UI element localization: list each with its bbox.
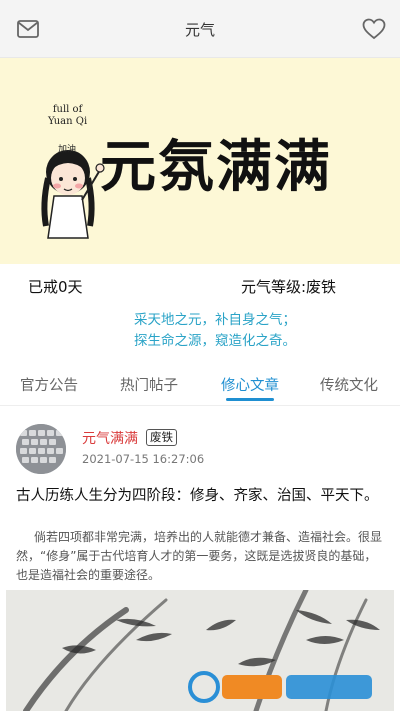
stats-row: 已戒0天 元气等级:废铁	[0, 264, 400, 308]
tab-traditional-culture[interactable]: 传统文化	[320, 374, 378, 395]
svg-text:加油: 加油	[58, 143, 76, 155]
post-title[interactable]: 古人历练人生分为四阶段：修身、齐家、治国、平天下。	[16, 486, 386, 506]
banner: full of Yuan Qi 加油 元氛满满	[0, 58, 400, 264]
post-author[interactable]: 元气满满	[82, 428, 138, 448]
tab-bar: 官方公告 热门帖子 修心文章 传统文化	[0, 362, 400, 406]
post-card[interactable]: 元气满满 废铁 2021-07-15 16:27:06 古人历练人生分为四阶段：…	[0, 410, 400, 711]
banner-title: 元氛满满	[100, 135, 332, 200]
post-image[interactable]	[6, 590, 394, 711]
post-excerpt: 倘若四项都非常完满，培养出的人就能德才兼备、造福社会。很显然，“修身”属于古代培…	[16, 530, 383, 582]
tab-hot-posts[interactable]: 热门帖子	[120, 374, 178, 395]
energy-level: 元气等级:废铁	[241, 278, 337, 296]
post-time: 2021-07-15 16:27:06	[82, 452, 205, 466]
heart-icon[interactable]	[362, 18, 386, 40]
level-badge: 废铁	[146, 429, 177, 446]
slogan: 采天地之元，补自身之气； 探生命之源，窥造化之奇。	[0, 310, 400, 352]
watermark-logo	[188, 671, 372, 703]
tab-announcements[interactable]: 官方公告	[20, 374, 78, 395]
slogan-line-1: 采天地之元，补自身之气；	[134, 312, 296, 328]
girl-illustration: 加油	[41, 143, 105, 239]
slogan-line-2: 探生命之源，窥造化之奇。	[134, 333, 296, 349]
top-bar: 元气	[0, 0, 400, 58]
avatar[interactable]	[16, 424, 66, 474]
page-title: 元气	[184, 21, 215, 39]
banner-small-text: full of Yuan Qi	[48, 104, 88, 127]
active-tab-indicator	[226, 398, 274, 401]
tab-cultivation-articles[interactable]: 修心文章	[221, 374, 279, 395]
abstinence-days: 已戒0天	[28, 278, 83, 296]
